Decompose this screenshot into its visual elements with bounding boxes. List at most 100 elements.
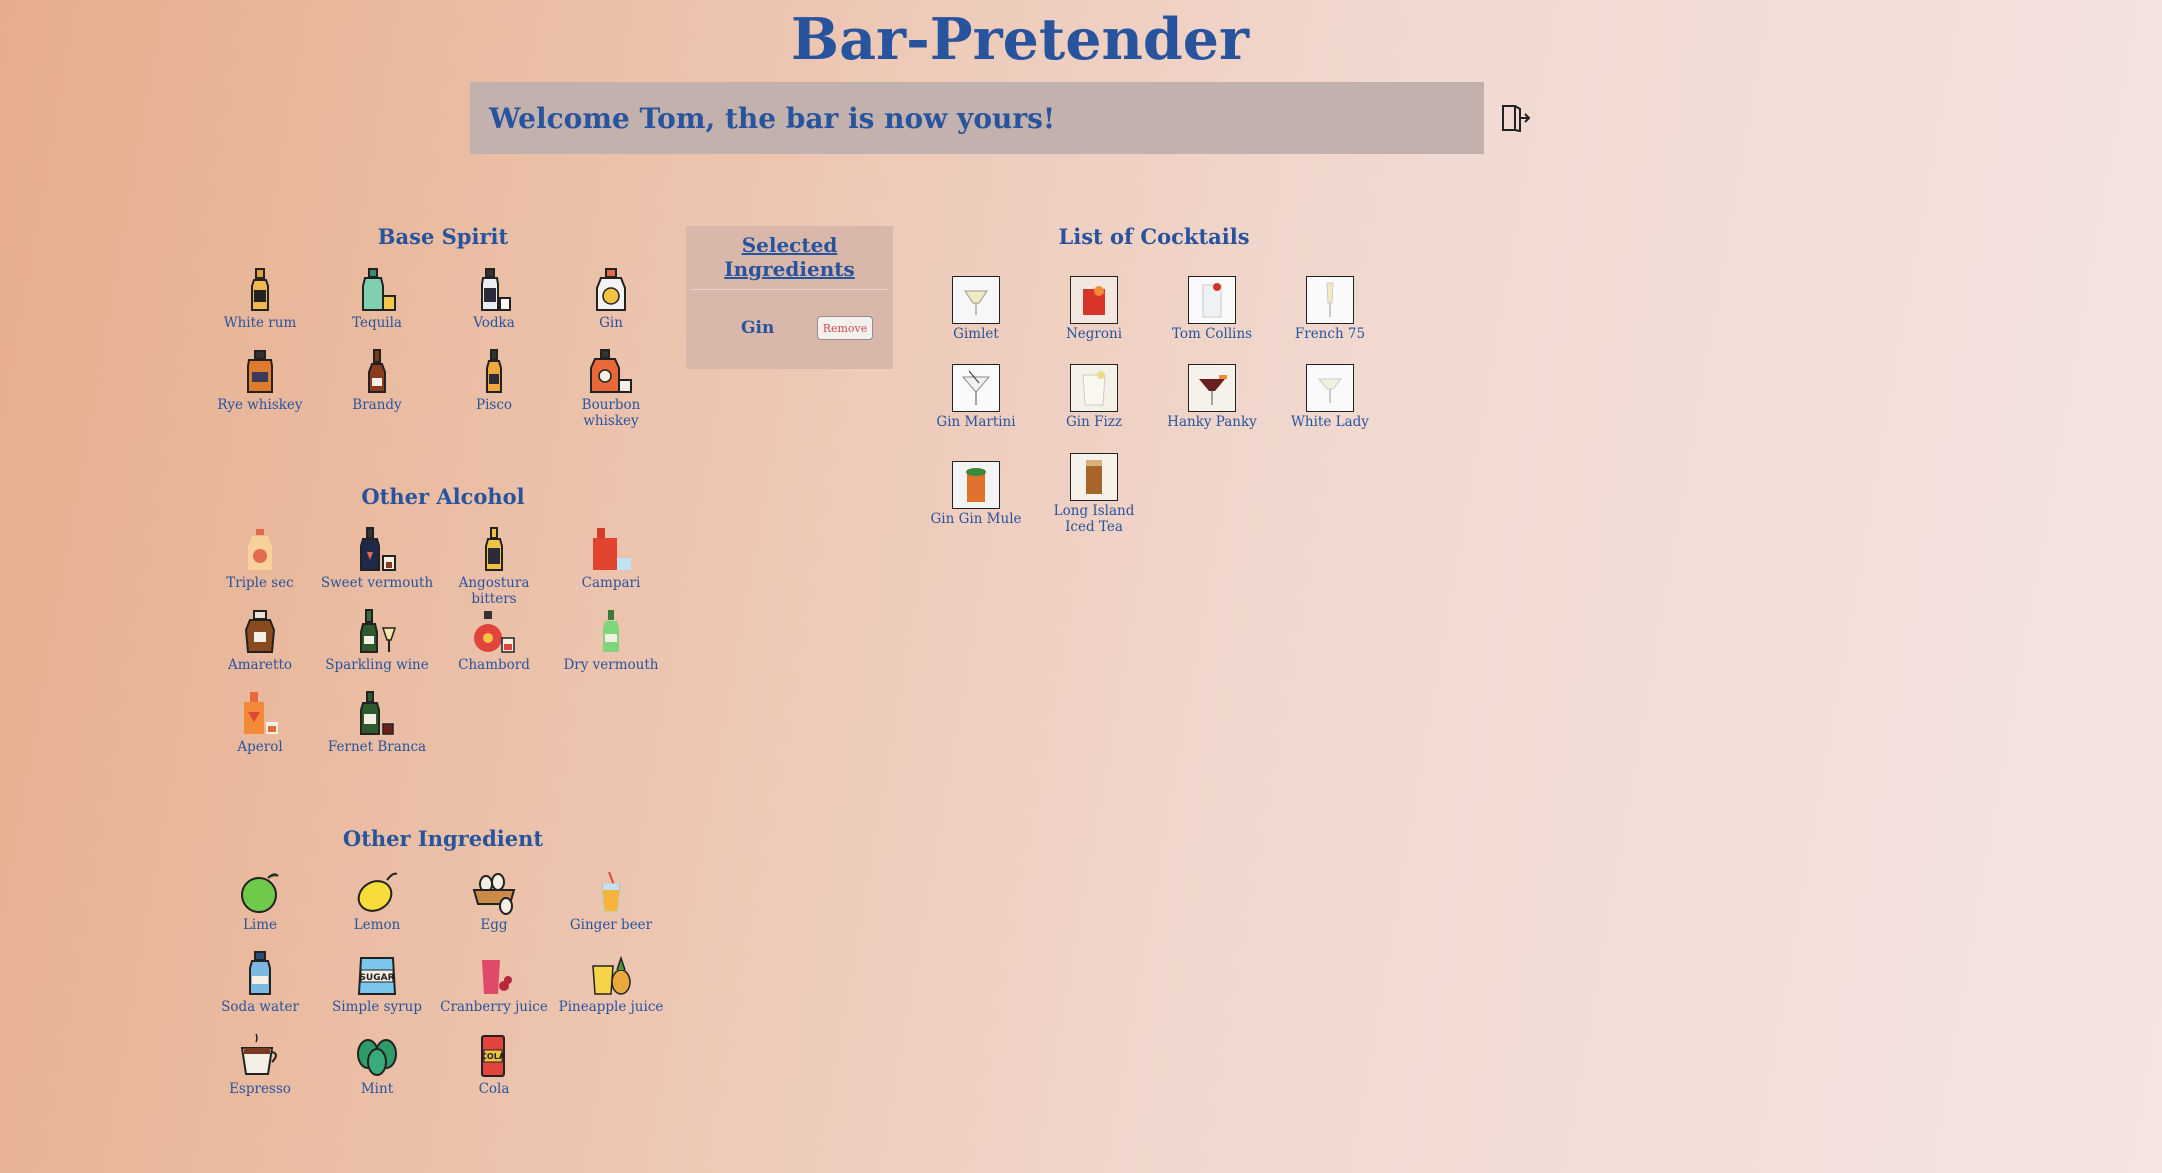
welcome-banner: Welcome Tom, the bar is now yours! <box>470 82 1484 154</box>
ginger-beer-icon <box>600 871 622 913</box>
ingredient-label: Vodka <box>473 315 515 331</box>
tequila-icon <box>362 268 396 311</box>
ingredient-label: Egg <box>480 917 508 933</box>
cocktail-white-lady[interactable]: White Lady <box>1271 364 1389 430</box>
ingredient-egg[interactable]: Egg <box>435 868 553 933</box>
cocktail-gin-gin-mule[interactable]: Gin Gin Mule <box>917 461 1035 527</box>
triple-sec-icon <box>248 529 272 570</box>
svg-text:COLA: COLA <box>481 1052 506 1061</box>
vodka-icon <box>481 268 511 311</box>
ingredient-sparkling-wine[interactable]: Sparkling wine <box>318 608 436 673</box>
ingredient-label: Triple sec <box>226 575 294 591</box>
cocktail-gin-fizz[interactable]: Gin Fizz <box>1035 364 1153 430</box>
remove-button[interactable]: Remove <box>817 316 873 340</box>
svg-text:SUGAR: SUGAR <box>359 973 394 983</box>
ingredient-label: Lemon <box>353 917 401 933</box>
ingredient-pisco[interactable]: Pisco <box>435 348 553 413</box>
other-alcohol-title: Other Alcohol <box>361 484 525 509</box>
ingredient-triple-sec[interactable]: Triple sec <box>201 526 319 591</box>
ingredient-rye-whiskey[interactable]: Rye whiskey <box>201 348 319 413</box>
cola-icon: COLA <box>481 1035 506 1077</box>
sweet-vermouth-icon <box>360 527 396 571</box>
egg-icon <box>472 873 516 915</box>
ingredient-sweet-vermouth[interactable]: Sweet vermouth <box>318 526 436 591</box>
gin-martini-image <box>952 364 1000 412</box>
ingredient-dry-vermouth[interactable]: Dry vermouth <box>552 608 670 673</box>
ingredient-espresso[interactable]: Espresso <box>201 1032 319 1097</box>
logout-icon[interactable] <box>1500 103 1532 133</box>
cocktail-label: Tom Collins <box>1171 326 1253 342</box>
ingredient-label: Tequila <box>352 315 402 331</box>
cocktail-label: Hanky Panky <box>1167 414 1257 430</box>
cocktail-gimlet[interactable]: Gimlet <box>917 276 1035 342</box>
ingredient-label: Chambord <box>458 657 530 673</box>
cocktail-tom-collins[interactable]: Tom Collins <box>1153 276 1271 342</box>
cocktails-title: List of Cocktails <box>1058 224 1250 249</box>
ingredient-amaretto[interactable]: Amaretto <box>201 608 319 673</box>
cocktail-label: Gin Martini <box>936 414 1016 430</box>
ingredient-label: Cola <box>478 1081 510 1097</box>
selected-ingredients-title: Selected Ingredients <box>724 233 855 281</box>
other-ingredient-title: Other Ingredient <box>342 826 544 851</box>
ingredient-label: Brandy <box>352 397 402 413</box>
ingredient-label: Ginger beer <box>569 917 653 933</box>
long-island-iced-tea-image <box>1070 453 1118 501</box>
ingredient-brandy[interactable]: Brandy <box>318 348 436 413</box>
cocktail-label: Gin Gin Mule <box>930 511 1022 527</box>
ingredient-vodka[interactable]: Vodka <box>435 266 553 331</box>
ingredient-angostura-bitters[interactable]: Angostura bitters <box>435 526 553 607</box>
ingredient-label: Espresso <box>229 1081 291 1097</box>
ingredient-cranberry-juice[interactable]: Cranberry juice <box>435 950 553 1015</box>
cocktail-label: Gimlet <box>953 326 999 342</box>
french-75-image <box>1306 276 1354 324</box>
simple-syrup-icon: SUGAR <box>357 957 397 995</box>
ingredient-label: Angostura bitters <box>458 575 530 607</box>
ingredient-label: Mint <box>360 1081 394 1097</box>
gin-gin-mule-image <box>952 461 1000 509</box>
ingredient-lime[interactable]: Lime <box>201 868 319 933</box>
ingredient-label: Cranberry juice <box>440 999 548 1015</box>
ingredient-cola[interactable]: COLA Cola <box>435 1032 553 1097</box>
negroni-image <box>1070 276 1118 324</box>
cocktail-gin-martini[interactable]: Gin Martini <box>917 364 1035 430</box>
ingredient-lemon[interactable]: Lemon <box>318 868 436 933</box>
ingredient-label: Rye whiskey <box>217 397 303 413</box>
ingredient-fernet-branca[interactable]: Fernet Branca <box>318 690 436 755</box>
ingredient-tequila[interactable]: Tequila <box>318 266 436 331</box>
white-rum-icon <box>251 268 269 311</box>
angostura-bitters-icon <box>485 527 503 571</box>
ingredient-label: Aperol <box>237 739 283 755</box>
ingredient-simple-syrup[interactable]: SUGAR Simple syrup <box>318 950 436 1015</box>
ingredient-chambord[interactable]: Chambord <box>435 608 553 673</box>
ingredient-label: Soda water <box>221 999 299 1015</box>
cocktail-french-75[interactable]: French 75 <box>1271 276 1389 342</box>
ingredient-label: Bourbon whiskey <box>581 397 641 429</box>
cocktail-label: Long Island Iced Tea <box>1053 503 1135 535</box>
ingredient-label: Sweet vermouth <box>320 575 434 591</box>
ingredient-gin[interactable]: Gin <box>552 266 670 331</box>
app-title: Bar-Pretender <box>790 6 1250 73</box>
ingredient-campari[interactable]: Campari <box>552 526 670 591</box>
ingredient-aperol[interactable]: Aperol <box>201 690 319 755</box>
selected-ingredients-panel: Selected Ingredients Gin Remove <box>686 226 893 369</box>
gimlet-image <box>952 276 1000 324</box>
cocktail-hanky-panky[interactable]: Hanky Panky <box>1153 364 1271 430</box>
soda-water-icon <box>249 951 271 995</box>
cocktail-long-island-iced-tea[interactable]: Long Island Iced Tea <box>1035 453 1153 535</box>
cocktail-negroni[interactable]: Negroni <box>1035 276 1153 342</box>
ingredient-label: Pisco <box>475 397 513 413</box>
cocktail-label: French 75 <box>1294 326 1366 342</box>
ingredient-mint[interactable]: Mint <box>318 1032 436 1097</box>
ingredient-label: Dry vermouth <box>563 657 659 673</box>
aperol-icon <box>244 692 278 734</box>
ingredient-soda-water[interactable]: Soda water <box>201 950 319 1015</box>
ingredient-pineapple-juice[interactable]: Pineapple juice <box>552 950 670 1015</box>
ingredient-label: Amaretto <box>227 657 293 673</box>
brandy-icon <box>368 349 386 393</box>
ingredient-label: Lime <box>242 917 278 933</box>
espresso-icon <box>240 1033 277 1075</box>
ingredient-white-rum[interactable]: White rum <box>201 266 319 331</box>
ingredient-ginger-beer[interactable]: Ginger beer <box>552 868 670 933</box>
ingredient-label: Simple syrup <box>332 999 422 1015</box>
ingredient-bourbon-whiskey[interactable]: Bourbon whiskey <box>552 348 670 429</box>
